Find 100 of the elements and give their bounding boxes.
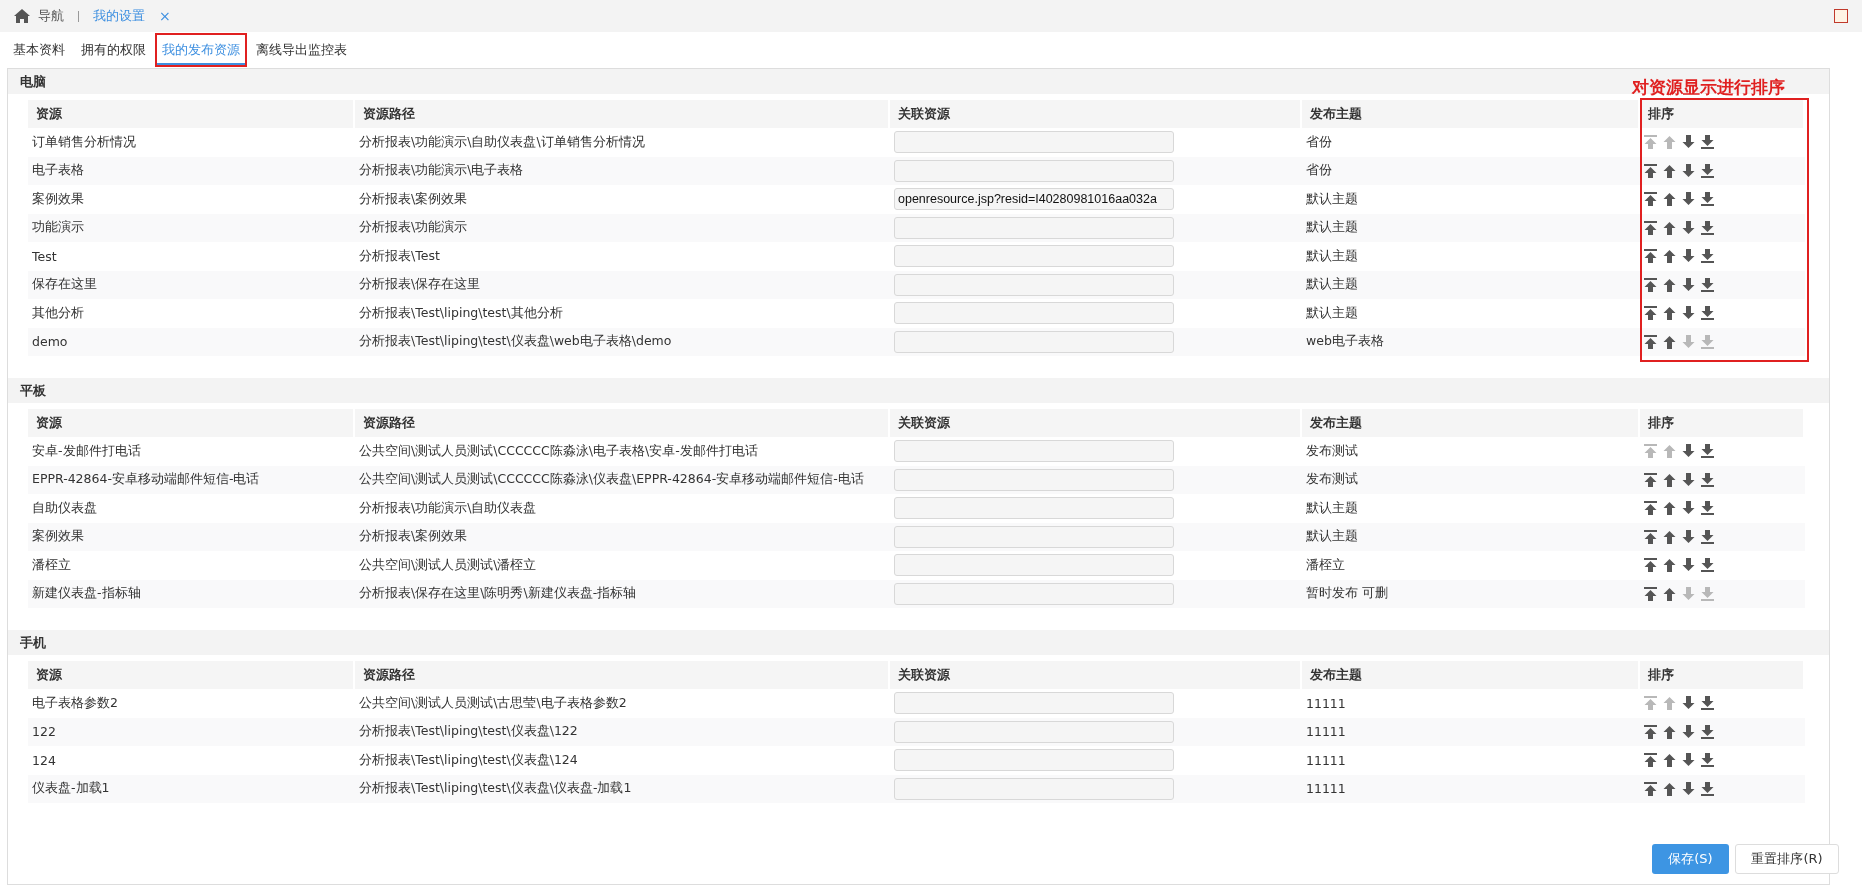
down-arrow-icon[interactable]	[1682, 306, 1695, 321]
move-to-top-icon[interactable]	[1644, 724, 1657, 739]
down-arrow-icon[interactable]	[1682, 696, 1695, 711]
move-to-bottom-icon[interactable]	[1701, 472, 1714, 487]
move-to-top-icon[interactable]	[1644, 586, 1657, 601]
up-arrow-icon[interactable]	[1663, 163, 1676, 178]
move-to-bottom-icon[interactable]	[1701, 529, 1714, 544]
tab[interactable]: 离线导出监控表	[249, 33, 354, 67]
input-field[interactable]	[894, 525, 1174, 548]
up-arrow-icon[interactable]	[1663, 724, 1676, 739]
table-cell: 功能演示	[28, 213, 355, 242]
move-to-top-icon[interactable]	[1644, 501, 1657, 516]
input-field[interactable]	[894, 720, 1174, 743]
table-cell: 案例效果	[28, 522, 355, 551]
input-field[interactable]	[894, 582, 1174, 605]
input-field[interactable]	[894, 554, 1174, 577]
table-cell: 分析报表\Test\liping\test\仪表盘\仪表盘-加载1	[355, 774, 890, 803]
move-to-top-icon[interactable]	[1644, 192, 1657, 207]
down-arrow-icon[interactable]	[1682, 529, 1695, 544]
up-arrow-icon[interactable]	[1663, 249, 1676, 264]
up-arrow-icon[interactable]	[1663, 220, 1676, 235]
input-field[interactable]	[894, 468, 1174, 491]
down-arrow-icon[interactable]	[1682, 192, 1695, 207]
home-icon[interactable]	[14, 9, 30, 23]
move-to-top-icon[interactable]	[1644, 249, 1657, 264]
down-arrow-icon[interactable]	[1682, 135, 1695, 150]
maximize-icon[interactable]	[1834, 9, 1848, 23]
move-to-top-icon[interactable]	[1644, 220, 1657, 235]
table-cell: 仪表盘-加载1	[28, 774, 355, 803]
reset-sort-button[interactable]: 重置排序(R)	[1735, 844, 1839, 874]
input-field[interactable]	[894, 216, 1174, 239]
move-to-bottom-icon[interactable]	[1701, 277, 1714, 292]
input-field[interactable]	[894, 777, 1174, 800]
up-arrow-icon[interactable]	[1663, 192, 1676, 207]
down-arrow-icon[interactable]	[1682, 220, 1695, 235]
down-arrow-icon[interactable]	[1682, 277, 1695, 292]
table-cell: 分析报表\功能演示\电子表格	[355, 156, 890, 185]
column-header: 排序	[1640, 661, 1805, 689]
down-arrow-icon[interactable]	[1682, 753, 1695, 768]
move-to-bottom-icon[interactable]	[1701, 444, 1714, 459]
up-arrow-icon[interactable]	[1663, 334, 1676, 349]
up-arrow-icon[interactable]	[1663, 558, 1676, 573]
input-field[interactable]	[894, 302, 1174, 325]
up-arrow-icon[interactable]	[1663, 529, 1676, 544]
move-to-bottom-icon[interactable]	[1701, 724, 1714, 739]
up-arrow-icon[interactable]	[1663, 586, 1676, 601]
down-arrow-icon[interactable]	[1682, 558, 1695, 573]
down-arrow-icon[interactable]	[1682, 163, 1695, 178]
input-field[interactable]	[894, 273, 1174, 296]
move-to-top-icon[interactable]	[1644, 472, 1657, 487]
down-arrow-icon[interactable]	[1682, 472, 1695, 487]
down-arrow-icon[interactable]	[1682, 781, 1695, 796]
input-field[interactable]	[894, 131, 1174, 154]
move-to-top-icon[interactable]	[1644, 334, 1657, 349]
table-cell: EPPR-42864-安卓移动端邮件短信-电话	[28, 465, 355, 494]
column-header: 发布主题	[1302, 661, 1640, 689]
move-to-bottom-icon[interactable]	[1701, 558, 1714, 573]
move-to-top-icon[interactable]	[1644, 163, 1657, 178]
input-field[interactable]	[894, 245, 1174, 268]
move-to-top-icon[interactable]	[1644, 558, 1657, 573]
input-field[interactable]: openresource.jsp?resid=I40280981016aa032a	[894, 188, 1174, 211]
tab[interactable]: 基本资料	[6, 33, 72, 67]
table-cell: 分析报表\功能演示	[355, 213, 890, 242]
tab[interactable]: 拥有的权限	[74, 33, 153, 67]
input-field[interactable]	[894, 749, 1174, 772]
move-to-top-icon[interactable]	[1644, 277, 1657, 292]
table-cell: 公共空间\测试人员测试\CCCCCC陈淼泳\仪表盘\EPPR-42864-安卓移动端邮件短信-电话	[355, 465, 890, 494]
up-arrow-icon[interactable]	[1663, 501, 1676, 516]
move-to-bottom-icon[interactable]	[1701, 781, 1714, 796]
up-arrow-icon[interactable]	[1663, 277, 1676, 292]
move-to-bottom-icon[interactable]	[1701, 501, 1714, 516]
up-arrow-icon[interactable]	[1663, 753, 1676, 768]
move-to-bottom-icon[interactable]	[1701, 696, 1714, 711]
breadcrumb-link[interactable]: 导航	[38, 7, 64, 25]
table-cell: 暂时发布 可删	[1302, 579, 1640, 608]
move-to-top-icon[interactable]	[1644, 781, 1657, 796]
move-to-top-icon[interactable]	[1644, 529, 1657, 544]
input-field[interactable]	[894, 159, 1174, 182]
down-arrow-icon[interactable]	[1682, 249, 1695, 264]
move-to-bottom-icon[interactable]	[1701, 220, 1714, 235]
tab[interactable]: 我的发布资源	[155, 33, 247, 67]
move-to-bottom-icon[interactable]	[1701, 135, 1714, 150]
move-to-bottom-icon[interactable]	[1701, 306, 1714, 321]
up-arrow-icon[interactable]	[1663, 781, 1676, 796]
up-arrow-icon[interactable]	[1663, 472, 1676, 487]
down-arrow-icon[interactable]	[1682, 444, 1695, 459]
input-field[interactable]	[894, 692, 1174, 715]
move-to-bottom-icon[interactable]	[1701, 249, 1714, 264]
down-arrow-icon[interactable]	[1682, 724, 1695, 739]
move-to-top-icon[interactable]	[1644, 753, 1657, 768]
input-field[interactable]	[894, 497, 1174, 520]
move-to-top-icon[interactable]	[1644, 306, 1657, 321]
down-arrow-icon[interactable]	[1682, 501, 1695, 516]
input-field[interactable]	[894, 330, 1174, 353]
section-header: 手机	[8, 630, 1829, 655]
move-to-bottom-icon[interactable]	[1701, 753, 1714, 768]
move-to-bottom-icon[interactable]	[1701, 192, 1714, 207]
up-arrow-icon[interactable]	[1663, 306, 1676, 321]
move-to-bottom-icon[interactable]	[1701, 163, 1714, 178]
input-field[interactable]	[894, 440, 1174, 463]
